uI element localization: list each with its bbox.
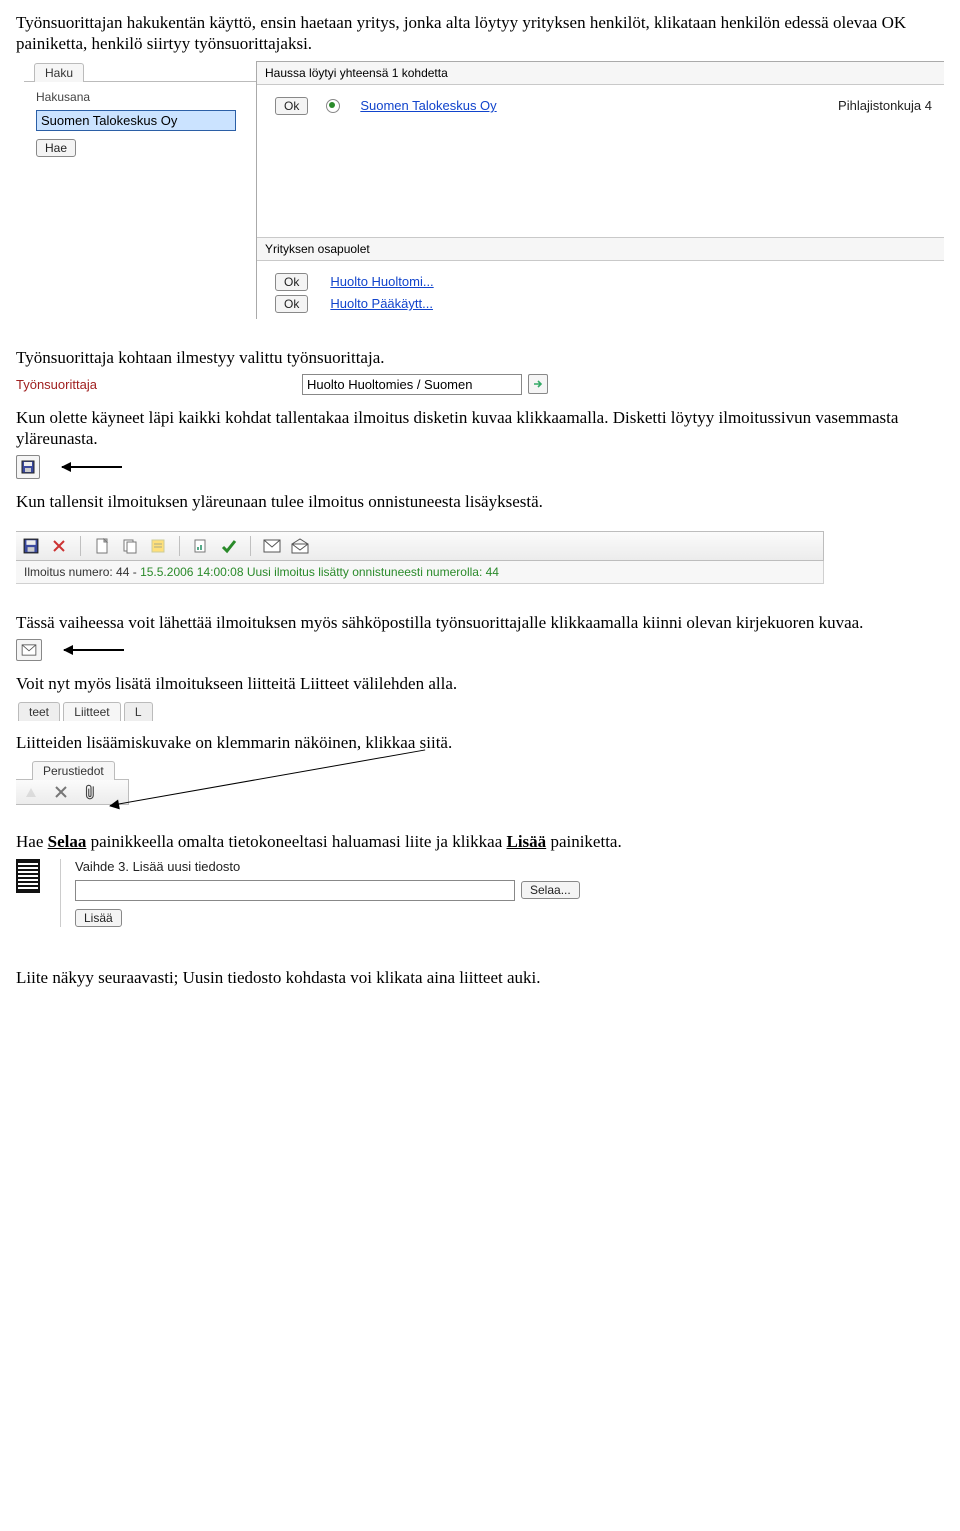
tab-l[interactable]: L [124, 702, 153, 721]
delete-icon[interactable] [50, 537, 68, 555]
close-icon[interactable] [52, 783, 70, 801]
results-header: Haussa löytyi yhteensä 1 kohdetta [257, 62, 944, 85]
triangle-icon [22, 783, 40, 801]
upload-file-input[interactable] [75, 880, 515, 901]
result-ok-button[interactable]: Ok [275, 97, 308, 115]
search-input[interactable] [36, 110, 236, 131]
parties-header: Yrityksen osapuolet [257, 237, 944, 261]
instruction-paragraph-6: Voit nyt myös lisätä ilmoitukseen liitte… [16, 673, 944, 694]
label-tyonsuorittaja: Työnsuorittaja [16, 377, 296, 392]
result-address: Pihlajistonkuja 4 [838, 98, 936, 113]
tab-liitteet[interactable]: Liitteet [63, 702, 120, 721]
floppy-disk-icon [19, 458, 37, 476]
mail-open-icon[interactable] [291, 537, 309, 555]
status-number: 44 [116, 565, 129, 579]
send-mail-button[interactable] [16, 639, 42, 661]
toolbar [16, 531, 824, 561]
new-doc-icon[interactable] [93, 537, 111, 555]
performer-row: Työnsuorittaja [16, 374, 944, 395]
status-prefix: Ilmoitus numero: [24, 565, 116, 579]
instruction-paragraph-3: Kun olette käyneet läpi kaikki kohdat ta… [16, 407, 944, 450]
barcode-icon [16, 859, 40, 893]
word-lisaa: Lisää [507, 832, 547, 851]
envelope-row [16, 639, 944, 661]
party1-ok-button[interactable]: Ok [275, 273, 308, 291]
instruction-paragraph-2: Työnsuorittaja kohtaan ilmestyy valittu … [16, 347, 944, 368]
status-message: 15.5.2006 14:00:08 Uusi ilmoitus lisätty… [140, 565, 499, 579]
party2-ok-button[interactable]: Ok [275, 295, 308, 313]
copy-doc-icon[interactable] [121, 537, 139, 555]
party-row-2: Ok Huolto Pääkäytt... [257, 293, 944, 319]
party1-link[interactable]: Huolto Huoltomi... [330, 274, 433, 289]
upload-step-label: Vaihde 3. Lisää uusi tiedosto [75, 859, 944, 874]
tab-haku[interactable]: Haku [34, 63, 84, 82]
instruction-paragraph-9: Liite näkyy seuraavasti; Uusin tiedosto … [16, 967, 944, 988]
upload-panel: Vaihde 3. Lisää uusi tiedosto Selaa... L… [16, 859, 944, 927]
tab-teet[interactable]: teet [18, 702, 60, 721]
label-hakusana: Hakusana [36, 90, 248, 104]
toolbar-status: Ilmoitus numero: 44 - 15.5.2006 14:00:08… [16, 561, 824, 584]
mail-closed-icon[interactable] [263, 537, 281, 555]
save-button[interactable] [16, 455, 40, 479]
go-button[interactable] [528, 374, 548, 394]
tabs-row: teet Liitteet L [16, 700, 944, 720]
note-icon[interactable] [149, 537, 167, 555]
result-link[interactable]: Suomen Talokeskus Oy [360, 98, 496, 113]
instruction-paragraph-4: Kun tallensit ilmoituksen yläreunaan tul… [16, 491, 944, 512]
paperclip-icon[interactable] [82, 783, 100, 801]
status-dash: - [129, 565, 140, 579]
disk-icon-row [16, 455, 944, 479]
report-icon[interactable] [192, 537, 210, 555]
checkmark-icon[interactable] [220, 537, 238, 555]
search-ui: Haku Hakusana Hae Haussa löytyi yhteensä… [16, 61, 944, 319]
arrow-left-icon [62, 466, 122, 468]
search-button[interactable]: Hae [36, 139, 76, 157]
instruction-paragraph-7: Liitteiden lisäämiskuvake on klemmarin n… [16, 732, 944, 753]
add-button[interactable]: Lisää [75, 909, 122, 927]
party-row-1: Ok Huolto Huoltomi... [257, 271, 944, 293]
tab-perustiedot[interactable]: Perustiedot [32, 761, 115, 780]
performer-input[interactable] [302, 374, 522, 395]
perustiedot-area: Perustiedot [16, 759, 436, 819]
arrow-left-icon [64, 649, 124, 651]
instruction-paragraph-8: Hae Selaa painikkeella omalta tietokonee… [16, 831, 944, 852]
mail-closed-icon [20, 641, 38, 659]
floppy-disk-icon[interactable] [22, 537, 40, 555]
browse-button[interactable]: Selaa... [521, 881, 580, 899]
arrow-right-icon [533, 379, 543, 389]
instruction-paragraph-5: Tässä vaiheessa voit lähettää ilmoitukse… [16, 612, 944, 633]
radio-selected-icon [326, 99, 340, 113]
word-selaa: Selaa [48, 832, 87, 851]
party2-link[interactable]: Huolto Pääkäytt... [330, 296, 433, 311]
instruction-paragraph-1: Työnsuorittajan hakukentän käyttö, ensin… [16, 12, 944, 55]
result-row: Ok Suomen Talokeskus Oy Pihlajistonkuja … [257, 95, 944, 117]
